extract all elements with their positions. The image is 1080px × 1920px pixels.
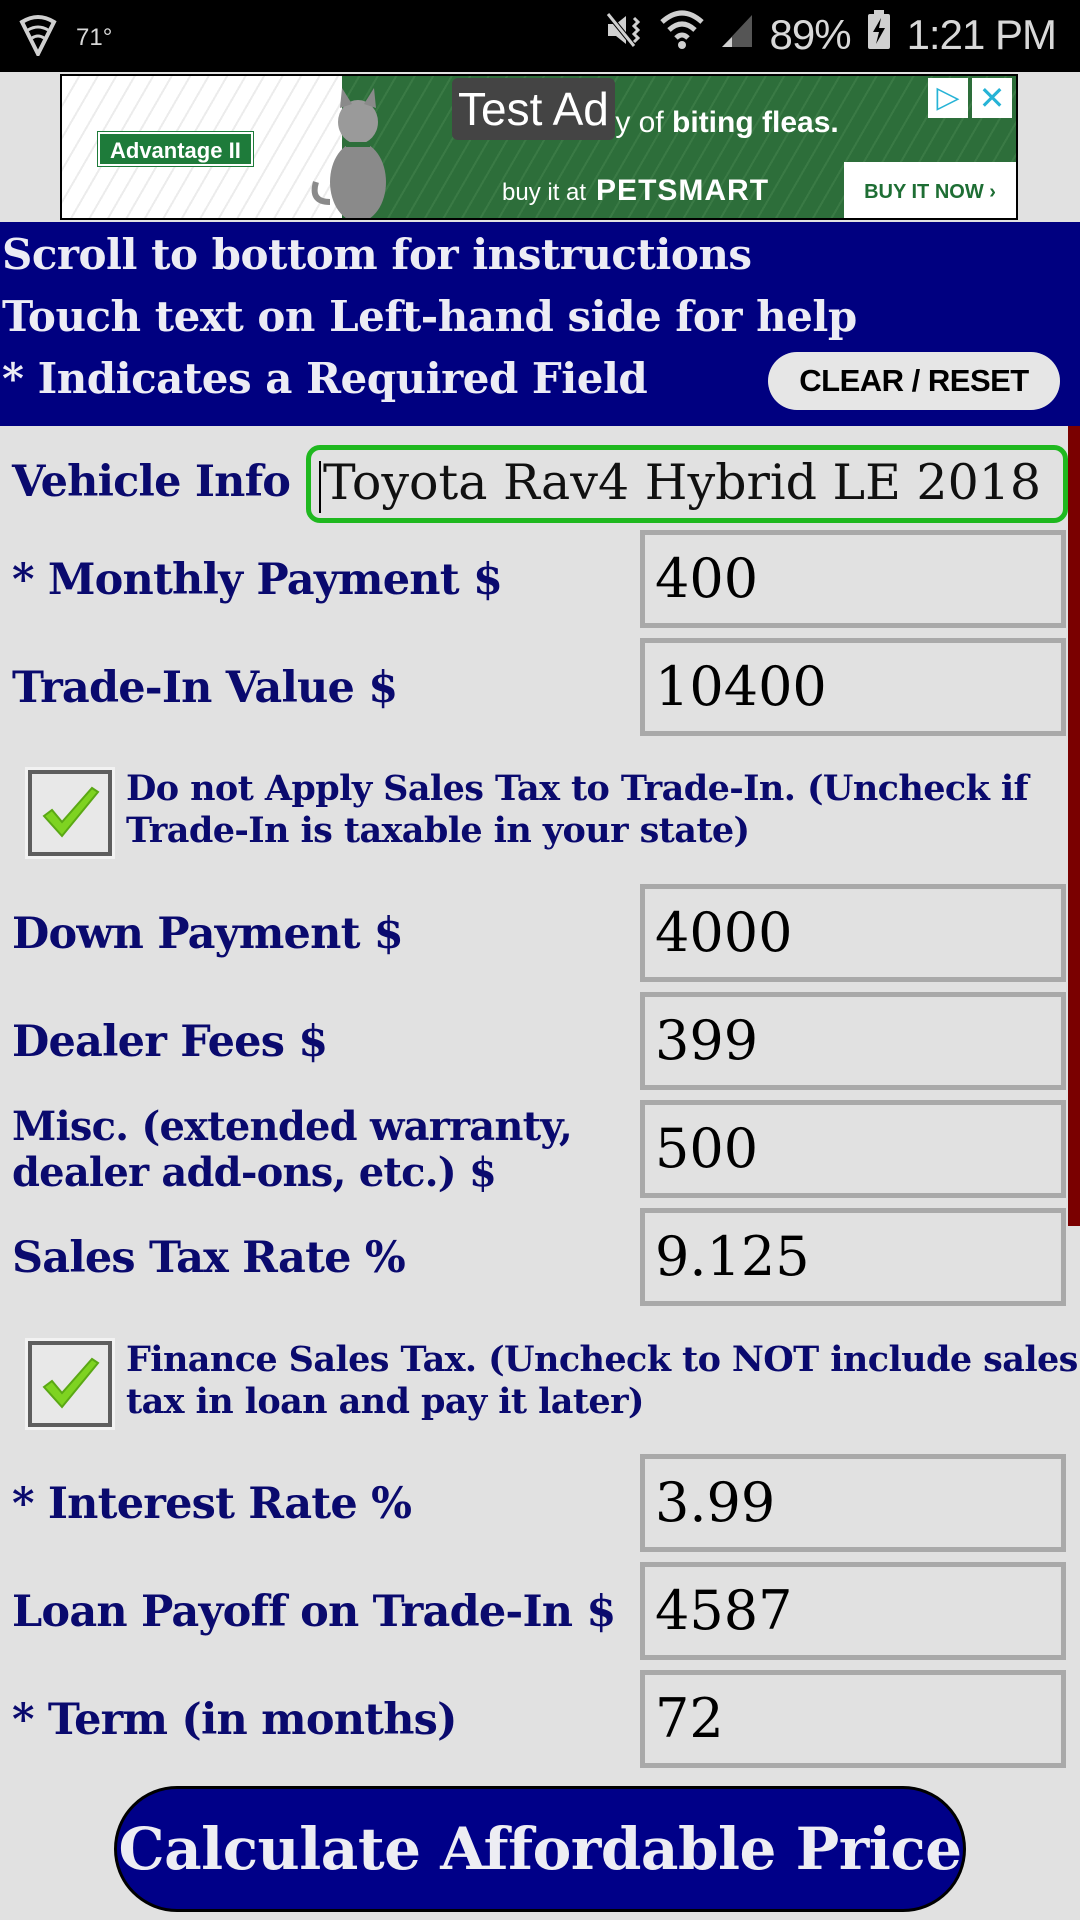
sales-tax-rate-label[interactable]: Sales Tax Rate %	[12, 1233, 406, 1283]
loan-payoff-input[interactable]: 4587	[640, 1562, 1066, 1660]
down-payment-label[interactable]: Down Payment $	[12, 909, 404, 959]
text-cursor	[319, 460, 321, 513]
adchoices-icon[interactable]: ▷	[928, 78, 968, 118]
calculate-affordable-price-button[interactable]: Calculate Affordable Price	[114, 1786, 966, 1912]
signal-icon	[720, 11, 754, 59]
no-tax-trade-in-checkbox[interactable]	[28, 770, 112, 856]
vehicle-info-value: Toyota Rav4 Hybrid LE 2018	[323, 454, 1042, 511]
finance-sales-tax-text[interactable]: Finance Sales Tax. (Uncheck to NOT inclu…	[126, 1339, 1078, 1423]
ad-buy-now-button[interactable]: BUY IT NOW ›	[844, 162, 1016, 218]
battery-charging-icon	[867, 10, 891, 60]
clear-reset-button[interactable]: CLEAR / RESET	[768, 352, 1060, 410]
monthly-payment-label[interactable]: * Monthly Payment $	[12, 555, 503, 605]
temperature: 71°	[76, 23, 113, 51]
scroll-instructions-text: Scroll to bottom for instructions	[2, 230, 752, 279]
scrollbar[interactable]	[1068, 426, 1080, 1226]
test-ad-label: Test Ad	[452, 78, 615, 140]
vibrate-mute-icon	[604, 10, 644, 60]
ad-close-icon[interactable]: ✕	[972, 78, 1012, 118]
down-payment-input[interactable]: 4000	[640, 884, 1066, 982]
term-label[interactable]: * Term (in months)	[12, 1695, 457, 1745]
help-instructions-text: Touch text on Left-hand side for help	[2, 292, 857, 341]
no-tax-trade-in-text[interactable]: Do not Apply Sales Tax to Trade-In. (Unc…	[126, 768, 1029, 852]
trade-in-value-label[interactable]: Trade-In Value $	[12, 663, 398, 713]
interest-rate-input[interactable]: 3.99	[640, 1454, 1066, 1552]
misc-input[interactable]: 500	[640, 1100, 1066, 1198]
finance-sales-tax-checkbox[interactable]	[28, 1341, 112, 1427]
checkmark-icon	[42, 786, 100, 838]
interest-rate-label[interactable]: * Interest Rate %	[12, 1479, 412, 1529]
ad-store-logo: PETSMART	[596, 174, 770, 207]
finance-sales-tax-line2: tax in loan and pay it later)	[126, 1381, 644, 1422]
battery-percent: 89%	[769, 11, 852, 58]
clock: 1:21 PM	[906, 11, 1057, 58]
checkmark-icon	[42, 1357, 100, 1409]
ad-container: Advantage II misery of biting fleas. buy…	[0, 72, 1080, 222]
cat-image	[311, 88, 386, 218]
misc-label[interactable]: Misc. (extended warranty, dealer add-ons…	[12, 1103, 573, 1196]
vehicle-info-label[interactable]: Vehicle Info	[12, 457, 291, 507]
no-tax-trade-in-line2: Trade-In is taxable in your state)	[126, 810, 750, 851]
wifi-icon	[659, 10, 704, 60]
no-tax-trade-in-line1: Do not Apply Sales Tax to Trade-In. (Unc…	[126, 768, 1029, 809]
monthly-payment-input[interactable]: 400	[640, 530, 1066, 628]
shield-icon	[18, 14, 58, 61]
ad-banner[interactable]: Advantage II misery of biting fleas. buy…	[60, 74, 1018, 220]
dealer-fees-label[interactable]: Dealer Fees $	[12, 1017, 328, 1067]
trade-in-value-input[interactable]: 10400	[640, 638, 1066, 736]
term-input[interactable]: 72	[640, 1670, 1066, 1768]
ad-buy-text: buy it at PETSMART	[502, 174, 770, 207]
finance-sales-tax-line1: Finance Sales Tax. (Uncheck to NOT inclu…	[126, 1339, 1078, 1380]
sales-tax-rate-input[interactable]: 9.125	[640, 1208, 1066, 1306]
misc-label-line1: Misc. (extended warranty,	[12, 1103, 573, 1150]
instructions-header: Scroll to bottom for instructions Touch …	[0, 222, 1080, 426]
vehicle-info-input[interactable]: Toyota Rav4 Hybrid LE 2018	[306, 445, 1068, 523]
ad-brand-logo: Advantage II	[97, 131, 254, 167]
status-bar: 71° 89% 1:21 PM	[0, 0, 1080, 72]
misc-label-line2: dealer add-ons, etc.) $	[12, 1149, 497, 1196]
required-field-note: * Indicates a Required Field	[2, 354, 648, 403]
loan-payoff-label[interactable]: Loan Payoff on Trade-In $	[12, 1587, 616, 1637]
dealer-fees-input[interactable]: 399	[640, 992, 1066, 1090]
